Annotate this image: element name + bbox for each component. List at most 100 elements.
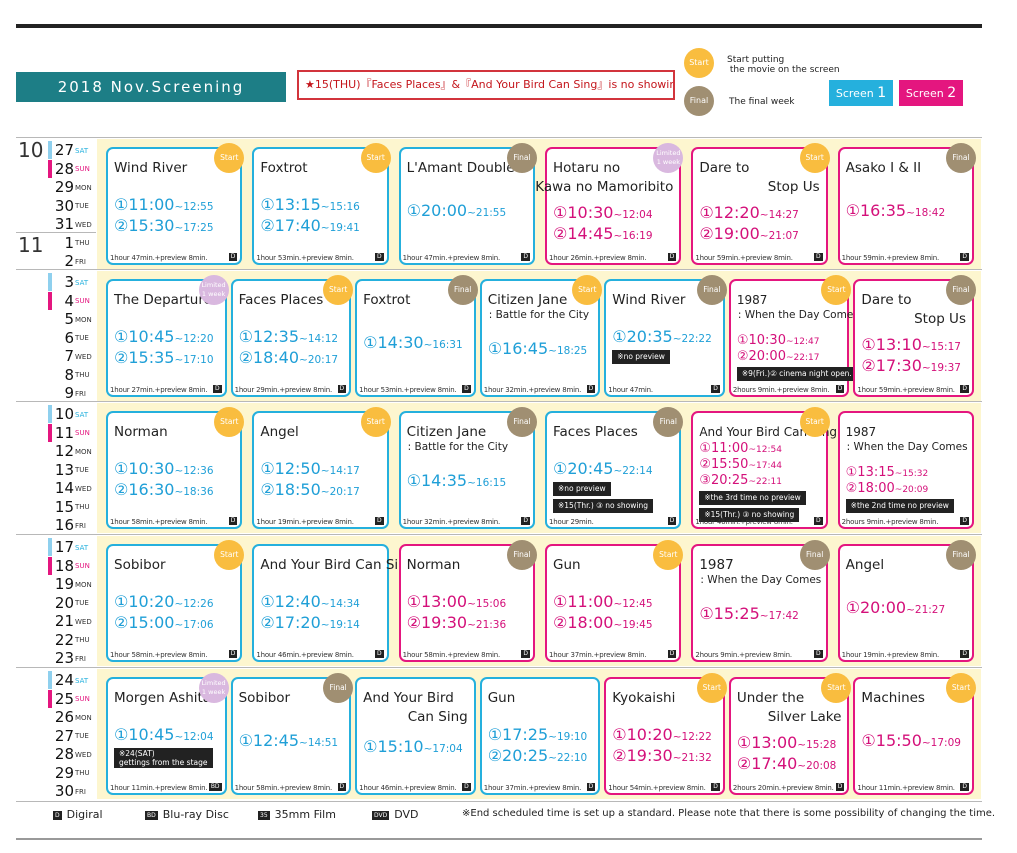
calendar-day: 24SAT [48, 671, 93, 689]
showtime: ①13:10~15:17 [861, 335, 961, 357]
start-badge-icon: Start [799, 407, 830, 437]
calendar-day: 12MON [48, 442, 93, 460]
movie-card[interactable]: Sobibor ①12:45~14:51 1hour 58min.+preview … [230, 673, 354, 795]
day-number: 27 [54, 726, 74, 745]
format-icon: D [960, 783, 969, 791]
running-time: 1hour 37min.+preview 8min. [549, 651, 647, 659]
movie-card[interactable]: The Departure ①10:45~12:20 ②15:35~17:10 1ho… [106, 275, 229, 397]
saturday-marker [48, 405, 52, 423]
movie-card[interactable]: 1987: When the Day Comes ①15:25~17:42 2hou… [691, 540, 830, 662]
showtime-end: ~15:28 [797, 739, 837, 751]
showtime: ①16:45~18:25 [488, 339, 588, 361]
movie-card[interactable]: Gun ①17:25~19:10 ②20:25~22:10 1hour 37min.+… [479, 677, 601, 795]
movie-card[interactable]: L'Amant Double ①20:00~21:55 1hour 47min.+p… [398, 143, 537, 265]
showtime-end: ~12:45 [613, 598, 653, 610]
weekday-label: WED [75, 220, 92, 229]
running-time: 1hour 59min.+preview 8min. [857, 386, 955, 394]
calendar-day: 18SUN [48, 556, 93, 575]
day-number: 30 [54, 782, 74, 800]
showtime: ①17:25~19:10 [488, 725, 588, 747]
movie-subtitle: : Battle for the City [488, 309, 590, 321]
movie-card[interactable]: Kyokaishi ①10:20~12:22 ②19:30~21:32 1hour 5… [604, 673, 727, 795]
movie-card[interactable]: Citizen Jane: Battle for the City ①16:45~… [479, 275, 603, 397]
movie-card[interactable]: Faces Places ①20:45~22:14 ※no preview ※15(T… [545, 407, 684, 529]
movie-card[interactable]: Foxtrot ①14:30~16:31 1hour 53min.+preview … [355, 275, 478, 397]
calendar-day: 21WED [48, 612, 93, 630]
running-time: 1hour 46min.+preview 8min. [256, 651, 354, 659]
showtime-end: ~21:55 [467, 207, 507, 219]
weekday-label: MON [75, 580, 92, 589]
movie-title-line2: Silver Lake [767, 709, 842, 725]
showtime-end: ~17:42 [759, 610, 799, 622]
calendar-day: 5MON [48, 310, 93, 328]
week-separator [16, 137, 982, 138]
running-time: 2hours 9min.+preview 8min. [841, 518, 939, 526]
movie-card[interactable]: Angel ①20:00~21:27 1hour 19min.+preview 8m… [837, 540, 976, 662]
movie-card[interactable]: Dare to Stop Us ①12:20~14:27 ②19:00~21:07 1h… [691, 143, 830, 265]
movie-card[interactable]: And Your Bird Can Sing ①11:00~12:54 ②15:50… [691, 407, 837, 529]
showtime-end: ~17:25 [174, 222, 214, 234]
sunday-marker [48, 159, 52, 178]
showtime-start: ①12:40 [260, 592, 321, 611]
day-number: 12 [54, 442, 74, 460]
calendar-day: 9FRI [48, 384, 93, 402]
movie-card[interactable]: Machines ①15:50~17:09 1hour 11min.+preview… [853, 673, 976, 795]
showtime-end: ~22:22 [672, 333, 712, 345]
showtime-start: ①10:20 [114, 592, 175, 611]
movie-card[interactable]: Norman ①10:30~12:36 ②16:30~18:36 1hour 58mi… [106, 407, 245, 529]
movie-card[interactable]: Wind River ①20:35~22:22 ※no preview 1hour 4… [604, 275, 727, 397]
weekday-label: SAT [75, 278, 89, 287]
final-badge-icon: Final [945, 275, 976, 305]
final-badge-icon: Final [506, 540, 537, 570]
showtime-end: ~14:12 [299, 333, 339, 345]
running-time: 1hour 32min.+preview 8min. [483, 386, 582, 394]
final-badge-icon: Final [945, 540, 976, 570]
showtime-end: ~14:51 [299, 737, 339, 749]
movie-card[interactable]: Citizen Jane: Battle for the City ①14:35~… [398, 407, 537, 529]
weekday-label: TUE [75, 334, 89, 342]
running-time: 1hour 46min.+preview 8min. [359, 784, 457, 792]
showtime: ①14:35~16:15 [407, 471, 507, 493]
showtime-start: ①14:35 [406, 471, 468, 490]
weekday-label: THU [75, 503, 90, 511]
showing-note: ※no preview [612, 350, 670, 364]
movie-title: And Your Bird [363, 690, 454, 706]
showtime-start: ②17:40 [260, 216, 321, 235]
saturday-marker [48, 273, 52, 291]
movie-card[interactable]: Asako I & II ①16:35~18:42 1hour 59min.+pre… [837, 143, 976, 265]
movie-card[interactable]: Sobibor ①10:20~12:26 ②15:00~17:06 1hour 58m… [106, 540, 245, 662]
showtime-start: ③20:25 [699, 473, 749, 488]
showtime-end: ~12:47 [785, 337, 820, 347]
showtime-end: ~18:36 [174, 486, 214, 498]
weekday-label: THU [75, 371, 90, 379]
weekday-label: SAT [75, 146, 89, 155]
movie-card[interactable]: Gun ①11:00~12:45 ②18:00~19:45 1hour 37min.+… [545, 540, 684, 662]
movie-card[interactable]: Under the Silver Lake ①13:00~15:28 ②17:40~2… [728, 673, 852, 795]
movie-card[interactable]: Norman ①13:00~15:06 ②19:30~21:36 1hour 58mi… [398, 540, 537, 662]
weekday-label: FRI [75, 257, 86, 266]
showtime: ①11:00~12:55 [114, 195, 214, 217]
showtime-end: ~17:04 [423, 743, 463, 755]
format-icon: D [667, 650, 677, 658]
movie-card[interactable]: Foxtrot ①13:15~15:16 ②17:40~19:41 1hour 53m… [252, 143, 391, 265]
movie-card[interactable]: Dare to Stop Us ①13:10~15:17 ②17:30~19:37 1h… [853, 275, 976, 397]
movie-card[interactable]: And Your Bird Can Sing ①15:10~17:04 1hour 4… [355, 677, 476, 795]
day-number: 22 [54, 630, 74, 649]
format-icon: D [375, 650, 384, 658]
movie-card[interactable]: 1987: When the Day Comes ①10:30~12:47 ②20:… [728, 275, 859, 397]
format-icon: D [960, 650, 969, 658]
movie-card[interactable]: Faces Places ①12:35~14:12 ②18:40~20:17 1hou… [230, 275, 354, 397]
showtime-start: ①10:30 [736, 333, 786, 348]
showtime: ①15:50~17:09 [861, 731, 961, 753]
movie-card[interactable]: Angel ①12:50~14:17 ②18:50~20:17 1hour 19min… [252, 407, 391, 529]
showtime-start: ①16:45 [487, 339, 549, 358]
showtime-start: ②15:30 [114, 216, 175, 235]
limited-badge-icon: Limited 1 week [198, 673, 229, 703]
movie-card[interactable]: Hotaru no Kawa no Mamoribito ①10:30~12:04 ②… [535, 143, 684, 265]
movie-card[interactable]: And Your Bird Can Sing ①12:40~14:34 ②17:20… [252, 544, 415, 662]
showtime: ②19:00~21:07 [699, 224, 799, 246]
movie-card[interactable]: Wind River ①11:00~12:55 ②15:30~17:25 1hour … [106, 143, 245, 265]
dvd-icon: DVD [372, 810, 390, 820]
movie-card[interactable]: Morgen Ashita ①10:45~12:04 ※24(SAT) gettin… [106, 673, 229, 795]
movie-card[interactable]: 1987: When the Day Comes ①13:15~15:32 ②18:… [837, 411, 974, 529]
